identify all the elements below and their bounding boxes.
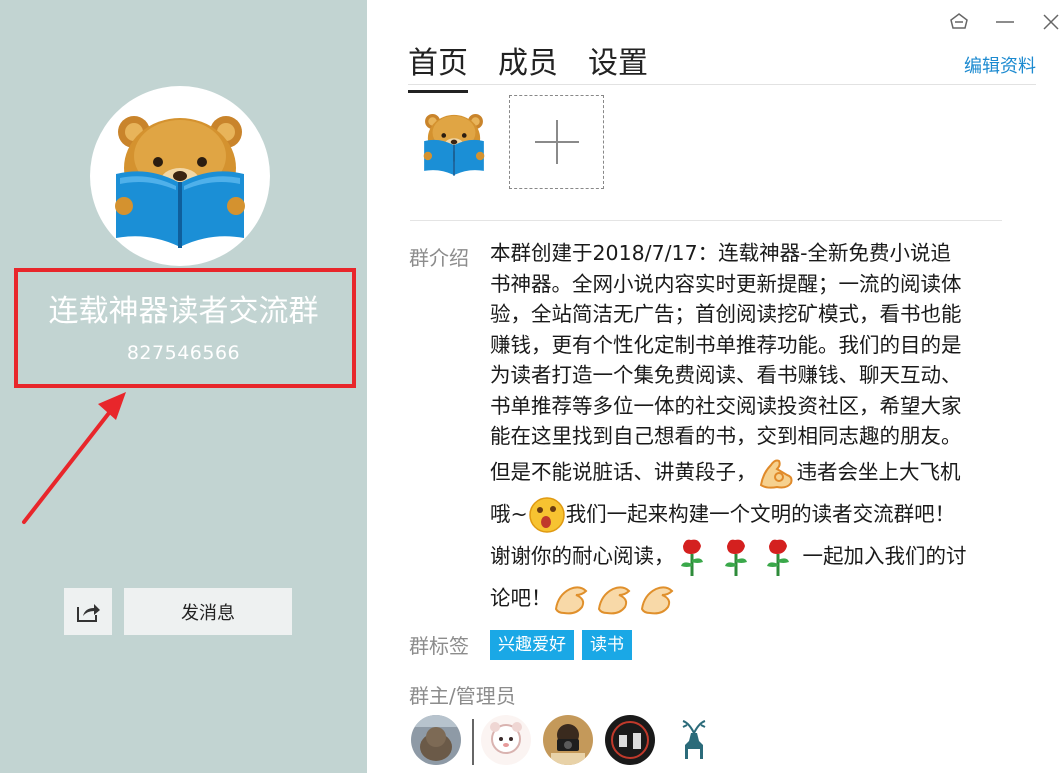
admin-avatar[interactable] (481, 715, 531, 765)
section-divider (410, 220, 1002, 221)
intro-line: 论吧！ (490, 578, 1002, 620)
rose-emoji-icon (680, 539, 789, 576)
intro-text: 哦~ (490, 502, 528, 527)
group-id: 827546566 (126, 342, 241, 364)
intro-line: 书单推荐等多位一体的社交阅读投资社区，希望大家 (490, 393, 962, 418)
camera-person-avatar (543, 715, 593, 765)
intro-line: 赚钱，更有个性化定制书单推荐功能。我们的目的是 (490, 332, 962, 357)
ok-hand-emoji-icon (759, 459, 792, 489)
owner-admin-separator (472, 719, 474, 765)
admin-avatar[interactable] (605, 715, 655, 765)
cartoon-girl-avatar (481, 715, 531, 765)
group-photo-thumbnail[interactable] (412, 100, 496, 184)
group-intro-text: 本群创建于2018/7/17：连载神器-全新免费小说追 书神器。全网小说内容实时… (490, 238, 1002, 620)
minimize-button[interactable] (990, 8, 1020, 36)
deer-silhouette-avatar (669, 715, 719, 765)
intro-line: 书神器。全网小说内容实时更新提醒；一流的阅读体 (490, 271, 962, 296)
plus-icon (534, 120, 579, 164)
close-button[interactable] (1036, 8, 1064, 36)
share-icon (77, 603, 100, 622)
close-icon (1043, 14, 1059, 30)
pin-icon (950, 13, 968, 29)
share-button[interactable] (64, 588, 112, 635)
cat-photo-avatar (411, 715, 461, 765)
tag-list: 兴趣爱好 读书 (490, 630, 632, 660)
bear-reading-icon (115, 116, 245, 248)
admin-avatar[interactable] (543, 715, 593, 765)
bear-reading-icon (423, 114, 485, 176)
intro-text: 但是不能说脏话、讲黄段子， (490, 460, 757, 485)
admins-label: 群主/管理员 (409, 684, 516, 708)
intro-line: 本群创建于2018/7/17：连载神器-全新免费小说追 (490, 241, 952, 265)
intro-line: 能在这里找到自己想看的书，交到相同志趣的朋友。 (490, 424, 962, 448)
tags-label: 群标签 (409, 634, 469, 658)
intro-text: 谢谢你的耐心阅读， (490, 544, 675, 569)
owner-avatar[interactable] (411, 715, 461, 765)
dark-logo-avatar (605, 715, 655, 765)
surprised-face-emoji-icon (528, 496, 565, 533)
tag-item[interactable]: 兴趣爱好 (490, 630, 574, 660)
add-photo-button[interactable] (509, 95, 604, 189)
tab-divider (408, 84, 1036, 85)
group-avatar[interactable] (90, 86, 270, 266)
minimize-icon (996, 21, 1014, 23)
red-arrow-annotation (22, 392, 126, 524)
intro-line: 但是不能说脏话、讲黄段子， 违者会坐上大飞机 (490, 452, 1002, 494)
clapping-hands-emoji-icon (554, 585, 673, 614)
pin-button[interactable] (944, 8, 974, 36)
intro-text: 论吧！ (490, 586, 552, 611)
intro-line: 哦~ 我们一起来构建一个文明的读者交流群吧！ (490, 494, 1002, 536)
intro-line: 为读者打造一个集免费阅读、看书赚钱、聊天互动、 (490, 363, 962, 387)
tag-item[interactable]: 读书 (582, 630, 632, 660)
intro-text: 我们一起来构建一个文明的读者交流群吧！ (565, 502, 956, 527)
intro-text: 违者会坐上大飞机 (796, 460, 961, 485)
send-message-button[interactable]: 发消息 (124, 588, 292, 635)
group-name: 连载神器读者交流群 (48, 294, 319, 329)
edit-profile-link[interactable]: 编辑资料 (964, 52, 1036, 78)
admin-avatar[interactable] (669, 715, 719, 765)
intro-line: 谢谢你的耐心阅读， 一起加入我们的讨 (490, 536, 1002, 578)
group-profile-panel: 连载神器读者交流群 827546566 发消息 (0, 0, 367, 773)
intro-label: 群介绍 (409, 246, 469, 270)
intro-line: 验，全站简洁无广告；首创阅读挖矿模式，看书也能 (490, 302, 962, 326)
intro-text: 一起加入我们的讨 (802, 544, 967, 569)
